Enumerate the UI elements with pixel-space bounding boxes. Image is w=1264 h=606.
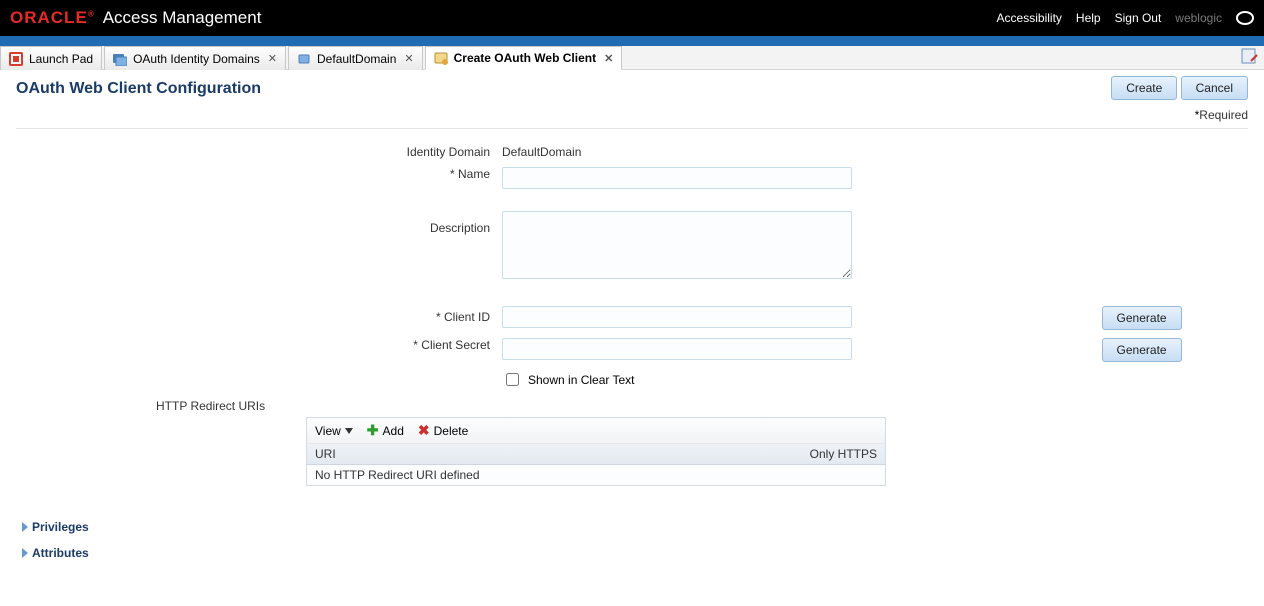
- view-menu[interactable]: View: [315, 424, 353, 438]
- privileges-label: Privileges: [32, 520, 89, 534]
- tab-label: Create OAuth Web Client: [454, 51, 596, 65]
- oracle-ring-icon: [1236, 11, 1254, 25]
- oracle-logo: ORACLE®: [10, 8, 95, 28]
- shown-clear-row: Shown in Clear Text: [502, 370, 1090, 389]
- header-left: ORACLE® Access Management: [10, 8, 261, 28]
- uri-column-header: URI Only HTTPS: [307, 444, 885, 465]
- attributes-label: Attributes: [32, 546, 89, 560]
- app-title: Access Management: [103, 8, 262, 28]
- page-actions: Create Cancel Required: [1111, 76, 1248, 122]
- identity-domain-value: DefaultDomain: [502, 145, 581, 159]
- client-id-label: Client ID: [16, 286, 496, 334]
- create-button[interactable]: Create: [1111, 76, 1177, 100]
- domains-icon: [113, 52, 127, 66]
- page-actions-icon[interactable]: [1241, 48, 1258, 65]
- divider: [16, 128, 1248, 129]
- tab-label: OAuth Identity Domains: [133, 52, 260, 66]
- close-icon[interactable]: ✕: [402, 52, 413, 65]
- user-label: weblogic: [1175, 11, 1222, 25]
- view-label: View: [315, 424, 341, 438]
- tab-launch-pad[interactable]: Launch Pad: [0, 46, 102, 70]
- add-button[interactable]: ✚ Add: [367, 422, 404, 439]
- client-secret-input[interactable]: [502, 338, 852, 360]
- client-id-input[interactable]: [502, 306, 852, 328]
- app-header: ORACLE® Access Management Accessibility …: [0, 0, 1264, 36]
- add-label: Add: [383, 424, 404, 438]
- header-right: Accessibility Help Sign Out weblogic: [997, 11, 1254, 25]
- name-input[interactable]: [502, 167, 852, 189]
- delete-button[interactable]: ✖ Delete: [418, 422, 468, 439]
- domain-icon: [297, 52, 311, 66]
- chevron-right-icon: [22, 522, 28, 532]
- tabs-row: Launch Pad OAuth Identity Domains ✕ Defa…: [0, 46, 1264, 70]
- plus-icon: ✚: [367, 422, 379, 439]
- redirect-label: HTTP Redirect URIs: [16, 399, 1248, 413]
- chevron-down-icon: [345, 428, 353, 434]
- blue-accent-bar: [0, 36, 1264, 46]
- shown-clear-checkbox[interactable]: [506, 373, 519, 386]
- help-link[interactable]: Help: [1076, 11, 1101, 25]
- section-privileges[interactable]: Privileges: [22, 514, 1248, 540]
- uri-empty-message: No HTTP Redirect URI defined: [307, 465, 885, 485]
- delete-x-icon: ✖: [418, 422, 430, 439]
- section-attributes[interactable]: Attributes: [22, 540, 1248, 566]
- uri-toolbar: View ✚ Add ✖ Delete: [307, 418, 885, 444]
- page-title: OAuth Web Client Configuration: [16, 80, 261, 98]
- launch-pad-icon: [9, 52, 23, 66]
- close-icon[interactable]: ✕: [266, 52, 277, 65]
- tab-create-client[interactable]: Create OAuth Web Client ✕: [425, 46, 623, 70]
- shown-clear-label: Shown in Clear Text: [528, 373, 635, 387]
- sign-out-link[interactable]: Sign Out: [1115, 11, 1162, 25]
- col-https: Only HTTPS: [810, 447, 877, 461]
- client-icon: [434, 51, 448, 65]
- description-input[interactable]: [502, 211, 852, 279]
- accessibility-link[interactable]: Accessibility: [997, 11, 1062, 25]
- required-legend: Required: [1111, 108, 1248, 122]
- tab-label: Launch Pad: [29, 52, 93, 66]
- identity-domain-label: Identity Domain: [16, 141, 496, 163]
- generate-client-id-button[interactable]: Generate: [1102, 306, 1182, 330]
- delete-label: Delete: [434, 424, 469, 438]
- tab-default-domain[interactable]: DefaultDomain ✕: [288, 46, 423, 70]
- client-secret-label: Client Secret: [16, 334, 496, 366]
- tab-identity-domains[interactable]: OAuth Identity Domains ✕: [104, 46, 286, 70]
- name-label: Name: [16, 163, 496, 193]
- close-icon[interactable]: ✕: [602, 52, 613, 65]
- tab-label: DefaultDomain: [317, 52, 396, 66]
- content-area: OAuth Web Client Configuration Create Ca…: [0, 70, 1264, 586]
- chevron-right-icon: [22, 548, 28, 558]
- form-table: Identity Domain DefaultDomain Name Descr…: [16, 141, 1248, 393]
- col-uri: URI: [315, 447, 336, 461]
- generate-client-secret-button[interactable]: Generate: [1102, 338, 1182, 362]
- redirect-uri-table: View ✚ Add ✖ Delete URI Only HTTPS No HT…: [306, 417, 886, 486]
- page-header-row: OAuth Web Client Configuration Create Ca…: [16, 76, 1248, 122]
- description-label: Description: [16, 193, 496, 286]
- cancel-button[interactable]: Cancel: [1181, 76, 1248, 100]
